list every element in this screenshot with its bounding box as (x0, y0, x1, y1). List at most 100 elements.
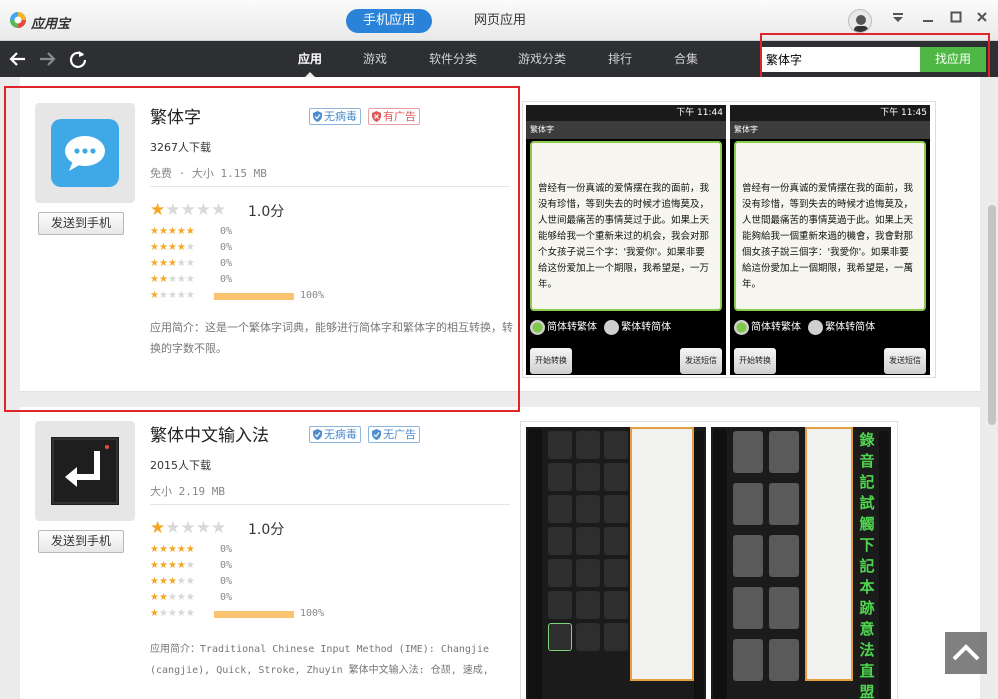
star-empty-icon: ★ (185, 608, 195, 619)
kb-key (548, 527, 572, 555)
back-arrow-icon[interactable] (7, 48, 29, 70)
star-empty-icon: ★ (185, 242, 195, 253)
maximize-icon[interactable] (947, 11, 965, 29)
phone-sms-button: 发送短信 (884, 348, 926, 374)
score-value: 1.0分 (248, 204, 285, 220)
app-name[interactable]: 繁体中文输入法 (150, 421, 269, 446)
phone-text: 曾经有一份真诚的爱情摆在我的面前，我没有珍惜，等到失去的时候才追悔莫及，人世间最… (530, 141, 722, 311)
minimize-icon[interactable] (919, 11, 937, 29)
kb-key (548, 495, 572, 523)
star-filled-icon: ★ (150, 560, 159, 571)
screenshot[interactable]: 下午 11:44 繁体字 曾经有一份真诚的爱情摆在我的面前，我没有珍惜，等到失去… (526, 105, 726, 375)
back-to-top-button[interactable] (945, 632, 987, 674)
tab-web-apps[interactable]: 网页应用 (460, 9, 540, 33)
kb-key (769, 483, 799, 525)
dropdown-menu-icon[interactable] (889, 11, 907, 29)
star-filled-icon: ★ (176, 226, 186, 237)
star-filled-icon: ★ (167, 258, 177, 269)
kb-candidate-char: 法 (859, 641, 875, 659)
enter-key-icon (51, 437, 119, 505)
star-empty-icon: ★ (176, 274, 186, 285)
rating-row: ★★★★★ 0% (150, 543, 350, 557)
star-filled-icon: ★ (150, 274, 159, 285)
kb-key (604, 431, 628, 459)
rating-stars: ★★★★★ (150, 289, 195, 303)
star-filled-icon: ★ (158, 544, 168, 555)
shield-icon (313, 111, 322, 122)
nav-tab-ranking[interactable]: 排行 (600, 41, 640, 77)
forward-arrow-icon[interactable] (36, 48, 58, 70)
star-filled-icon: ★ (150, 242, 159, 253)
kb-key (576, 559, 600, 587)
kb-side-column (879, 431, 889, 699)
rating-row: ★★★★★ 0% (150, 257, 350, 271)
rating-row: ★★★★★ 0% (150, 559, 350, 573)
kb-candidate-char: 直 (859, 662, 875, 680)
kb-key (576, 463, 600, 491)
rating-stars: ★★★★★ (150, 257, 195, 271)
star-empty-icon: ★ (211, 200, 227, 220)
nav-tab-apps[interactable]: 应用 (289, 41, 331, 77)
phone-app-title: 繁体字 (730, 121, 930, 139)
rating-stars: ★★★★★ (150, 575, 195, 589)
app-list: 发送到手机 繁体字 无病毒 有广告 3267人下载 免费 · 大小 1.15 M… (0, 77, 998, 699)
refresh-icon[interactable] (67, 48, 89, 70)
score-row: ★★★★★ 1.0分 (150, 518, 284, 538)
rating-percent: 0% (220, 544, 233, 555)
scrollbar-thumb[interactable] (988, 205, 996, 425)
star-filled-icon: ★ (150, 608, 159, 619)
phone-sms-button: 发送短信 (680, 348, 722, 374)
screenshot-strip: 下午 11:44 繁体字 曾经有一份真诚的爱情摆在我的面前，我没有珍惜，等到失去… (522, 101, 936, 378)
star-filled-icon: ★ (158, 242, 168, 253)
star-empty-icon: ★ (180, 200, 196, 220)
close-icon[interactable] (973, 11, 991, 29)
search-input[interactable] (762, 47, 920, 72)
badge-label: 有广告 (383, 110, 416, 123)
app-icon-box[interactable] (35, 421, 135, 521)
star-filled-icon: ★ (176, 242, 186, 253)
score-row: ★★★★★ 1.0分 (150, 200, 284, 220)
rating-stars: ★★★★★ (150, 607, 195, 621)
send-to-phone-button[interactable]: 发送到手机 (38, 530, 124, 553)
star-filled-icon: ★ (150, 258, 159, 269)
star-filled-icon: ★ (167, 576, 177, 587)
kb-candidate-char: 意 (859, 620, 875, 638)
nav-tab-collections[interactable]: 合集 (666, 41, 706, 77)
rating-stars: ★★★★★ (150, 543, 195, 557)
star-empty-icon: ★ (185, 560, 195, 571)
radio-label: 简体转繁体 (547, 322, 597, 333)
user-avatar[interactable] (848, 9, 872, 33)
screenshot[interactable]: 錄音記試觸下記本跡意法直盟 (711, 427, 891, 699)
rating-row: ★★★★★ 0% (150, 225, 350, 239)
chevron-up-icon (952, 644, 980, 661)
kb-key (769, 587, 799, 629)
star-empty-icon: ★ (167, 274, 177, 285)
search-button[interactable]: 找应用 (920, 47, 986, 72)
app-icon-box[interactable] (35, 103, 135, 203)
download-count: 3267人下载 (150, 141, 211, 154)
send-to-phone-button[interactable]: 发送到手机 (38, 212, 124, 235)
star-filled-icon: ★ (167, 242, 177, 253)
rating-row: ★★★★★ 100% (150, 289, 350, 303)
kb-key (604, 527, 628, 555)
nav-tab-software-categories[interactable]: 软件分类 (421, 41, 485, 77)
kb-key (604, 559, 628, 587)
app-name[interactable]: 繁体字 (150, 103, 201, 128)
screenshot[interactable] (526, 427, 706, 699)
app-title: 应用宝 (31, 17, 71, 32)
rating-stars: ★★★★★ (150, 273, 195, 287)
tab-mobile-apps[interactable]: 手机应用 (346, 9, 432, 33)
star-empty-icon: ★ (185, 576, 195, 587)
star-empty-icon: ★ (158, 290, 168, 301)
star-empty-icon: ★ (185, 592, 195, 603)
nav-tab-games[interactable]: 游戏 (355, 41, 395, 77)
rating-row: ★★★★★ 0% (150, 575, 350, 589)
shield-warning-icon (372, 111, 381, 122)
badge-label: 无病毒 (324, 428, 357, 441)
star-empty-icon: ★ (185, 274, 195, 285)
rating-row: ★★★★★ 100% (150, 607, 350, 621)
nav-tab-game-categories[interactable]: 游戏分类 (510, 41, 574, 77)
kb-key (733, 535, 763, 577)
screenshot[interactable]: 下午 11:45 繁体字 曾经有一份真诚的爱情摆在我的面前，我没有珍惜，等到失去… (730, 105, 930, 375)
rating-percent: 0% (220, 242, 233, 253)
